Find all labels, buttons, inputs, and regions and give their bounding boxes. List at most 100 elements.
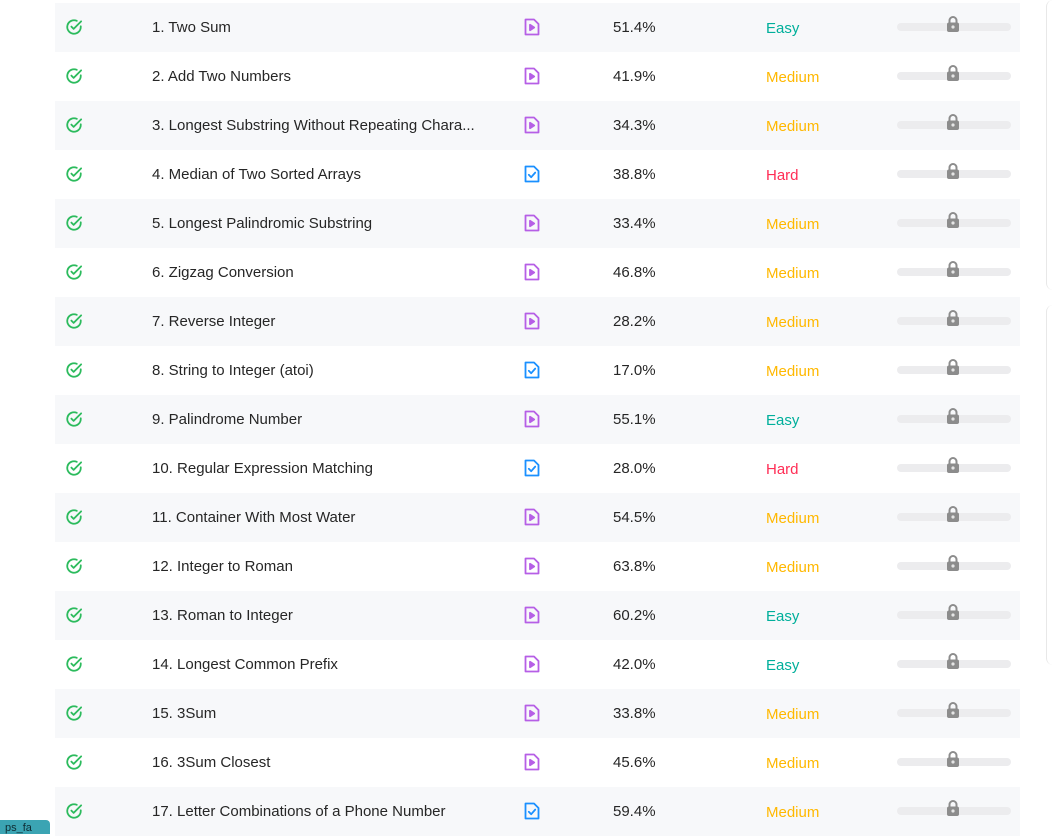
lock-icon xyxy=(945,505,961,523)
problem-row[interactable]: 6. Zigzag Conversion 46.8% Medium xyxy=(55,248,1020,297)
solved-check-icon xyxy=(65,410,83,428)
problem-title-link[interactable]: 13. Roman to Integer xyxy=(152,591,293,640)
acceptance-rate: 46.8% xyxy=(613,264,656,281)
problem-title-link[interactable]: 17. Letter Combinations of a Phone Numbe… xyxy=(152,787,446,836)
lock-icon xyxy=(945,309,961,327)
video-solution-icon[interactable] xyxy=(523,213,541,233)
problem-title-link[interactable]: 2. Add Two Numbers xyxy=(152,52,291,101)
frequency-bar-locked[interactable] xyxy=(897,16,1011,32)
video-solution-icon[interactable] xyxy=(523,262,541,282)
frequency-bar-locked[interactable] xyxy=(897,604,1011,620)
solved-check-icon xyxy=(65,361,83,379)
problem-title-link[interactable]: 6. Zigzag Conversion xyxy=(152,248,294,297)
lock-icon xyxy=(945,260,961,278)
side-panel-edge-bottom xyxy=(1046,305,1052,665)
acceptance-rate: 38.8% xyxy=(613,166,656,183)
solved-check-icon xyxy=(65,802,83,820)
problem-row[interactable]: 7. Reverse Integer 28.2% Medium xyxy=(55,297,1020,346)
problem-title-link[interactable]: 12. Integer to Roman xyxy=(152,542,293,591)
frequency-bar-locked[interactable] xyxy=(897,65,1011,81)
frequency-bar-locked[interactable] xyxy=(897,457,1011,473)
problem-title-link[interactable]: 7. Reverse Integer xyxy=(152,297,275,346)
lock-icon xyxy=(945,603,961,621)
video-solution-icon[interactable] xyxy=(523,311,541,331)
problem-title-link[interactable]: 3. Longest Substring Without Repeating C… xyxy=(152,101,475,150)
video-solution-icon[interactable] xyxy=(523,556,541,576)
frequency-bar-locked[interactable] xyxy=(897,408,1011,424)
problem-title-link[interactable]: 1. Two Sum xyxy=(152,3,231,52)
problem-row[interactable]: 13. Roman to Integer 60.2% Easy xyxy=(55,591,1020,640)
video-solution-icon[interactable] xyxy=(523,654,541,674)
problem-title-link[interactable]: 15. 3Sum xyxy=(152,689,216,738)
frequency-bar-locked[interactable] xyxy=(897,800,1011,816)
acceptance-rate: 17.0% xyxy=(613,362,656,379)
article-solution-icon[interactable] xyxy=(523,360,541,380)
problem-list: 1. Two Sum 51.4% Easy 2. Add Two Numbers 41.… xyxy=(55,3,1020,836)
frequency-bar-locked[interactable] xyxy=(897,751,1011,767)
problem-row[interactable]: 15. 3Sum 33.8% Medium xyxy=(55,689,1020,738)
difficulty-label: Medium xyxy=(766,559,820,576)
frequency-bar-locked[interactable] xyxy=(897,163,1011,179)
frequency-bar-locked[interactable] xyxy=(897,261,1011,277)
problem-row[interactable]: 14. Longest Common Prefix 42.0% Easy xyxy=(55,640,1020,689)
problem-title-link[interactable]: 4. Median of Two Sorted Arrays xyxy=(152,150,361,199)
problem-row[interactable]: 2. Add Two Numbers 41.9% Medium xyxy=(55,52,1020,101)
side-panel-edge-top xyxy=(1046,0,1052,290)
problem-title-link[interactable]: 8. String to Integer (atoi) xyxy=(152,346,314,395)
solved-check-icon xyxy=(65,704,83,722)
problem-row[interactable]: 12. Integer to Roman 63.8% Medium xyxy=(55,542,1020,591)
acceptance-rate: 33.8% xyxy=(613,705,656,722)
problem-row[interactable]: 11. Container With Most Water 54.5% Medium xyxy=(55,493,1020,542)
difficulty-label: Medium xyxy=(766,706,820,723)
problem-row[interactable]: 3. Longest Substring Without Repeating C… xyxy=(55,101,1020,150)
video-solution-icon[interactable] xyxy=(523,66,541,86)
lock-icon xyxy=(945,799,961,817)
article-solution-icon[interactable] xyxy=(523,458,541,478)
acceptance-rate: 34.3% xyxy=(613,117,656,134)
video-solution-icon[interactable] xyxy=(523,507,541,527)
problem-row[interactable]: 1. Two Sum 51.4% Easy xyxy=(55,3,1020,52)
video-solution-icon[interactable] xyxy=(523,409,541,429)
difficulty-label: Easy xyxy=(766,20,800,37)
frequency-bar-locked[interactable] xyxy=(897,359,1011,375)
article-solution-icon[interactable] xyxy=(523,801,541,821)
corner-tag[interactable]: ps_fa xyxy=(0,820,50,834)
problem-title-link[interactable]: 11. Container With Most Water xyxy=(152,493,355,542)
problem-title-link[interactable]: 14. Longest Common Prefix xyxy=(152,640,338,689)
acceptance-rate: 33.4% xyxy=(613,215,656,232)
video-solution-icon[interactable] xyxy=(523,752,541,772)
video-solution-icon[interactable] xyxy=(523,703,541,723)
problem-row[interactable]: 10. Regular Expression Matching 28.0% Hard xyxy=(55,444,1020,493)
problem-row[interactable]: 9. Palindrome Number 55.1% Easy xyxy=(55,395,1020,444)
problem-row[interactable]: 16. 3Sum Closest 45.6% Medium xyxy=(55,738,1020,787)
solved-check-icon xyxy=(65,67,83,85)
lock-icon xyxy=(945,15,961,33)
acceptance-rate: 45.6% xyxy=(613,754,656,771)
frequency-bar-locked[interactable] xyxy=(897,310,1011,326)
frequency-bar-locked[interactable] xyxy=(897,212,1011,228)
frequency-bar-locked[interactable] xyxy=(897,555,1011,571)
acceptance-rate: 28.2% xyxy=(613,313,656,330)
difficulty-label: Medium xyxy=(766,755,820,772)
frequency-bar-locked[interactable] xyxy=(897,506,1011,522)
problem-title-link[interactable]: 9. Palindrome Number xyxy=(152,395,302,444)
acceptance-rate: 59.4% xyxy=(613,803,656,820)
problem-title-link[interactable]: 5. Longest Palindromic Substring xyxy=(152,199,372,248)
frequency-bar-locked[interactable] xyxy=(897,653,1011,669)
acceptance-rate: 41.9% xyxy=(613,68,656,85)
problem-title-link[interactable]: 10. Regular Expression Matching xyxy=(152,444,373,493)
video-solution-icon[interactable] xyxy=(523,605,541,625)
video-solution-icon[interactable] xyxy=(523,17,541,37)
problem-row[interactable]: 8. String to Integer (atoi) 17.0% Medium xyxy=(55,346,1020,395)
acceptance-rate: 60.2% xyxy=(613,607,656,624)
article-solution-icon[interactable] xyxy=(523,164,541,184)
problem-row[interactable]: 5. Longest Palindromic Substring 33.4% Med… xyxy=(55,199,1020,248)
problem-row[interactable]: 17. Letter Combinations of a Phone Numbe… xyxy=(55,787,1020,836)
video-solution-icon[interactable] xyxy=(523,115,541,135)
problem-row[interactable]: 4. Median of Two Sorted Arrays 38.8% Hard xyxy=(55,150,1020,199)
frequency-bar-locked[interactable] xyxy=(897,114,1011,130)
frequency-bar-locked[interactable] xyxy=(897,702,1011,718)
acceptance-rate: 51.4% xyxy=(613,19,656,36)
problem-title-link[interactable]: 16. 3Sum Closest xyxy=(152,738,270,787)
lock-icon xyxy=(945,113,961,131)
